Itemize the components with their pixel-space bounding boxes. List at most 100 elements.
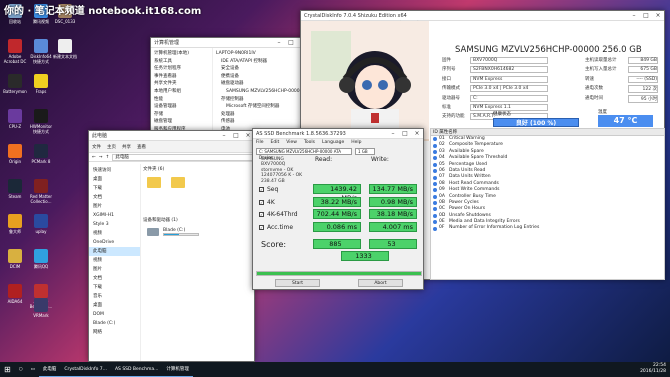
desktop-icon[interactable]: Batterymon: [2, 74, 28, 94]
desktop-icon[interactable]: 鲁大师: [2, 214, 28, 234]
minimize-icon[interactable]: –: [218, 132, 230, 139]
nav-item[interactable]: 图片: [89, 202, 140, 211]
drive-icon[interactable]: [147, 228, 159, 236]
close-icon[interactable]: ×: [652, 12, 664, 19]
task-view-icon[interactable]: ▭: [27, 362, 39, 377]
device-tree-item[interactable]: 存储控制器: [216, 96, 306, 104]
ribbon-tab[interactable]: 文件: [92, 144, 101, 150]
management-tree-item[interactable]: 性能: [154, 96, 209, 104]
address-input[interactable]: 此电脑: [112, 153, 254, 161]
device-tree-item[interactable]: 处理器: [216, 111, 306, 119]
desktop-icon[interactable]: Red Matter Collectio...: [28, 179, 54, 204]
attribute-row[interactable]: 0F Number of Error Information Log Entrie…: [431, 225, 664, 231]
taskbar-app[interactable]: 此电脑: [38, 362, 61, 377]
desktop-icon[interactable]: uplay: [28, 214, 54, 234]
abort-button[interactable]: Abort: [358, 279, 403, 287]
desktop-icon[interactable]: 新建文本文档: [52, 39, 78, 59]
as-ssd-window[interactable]: AS SSD Benchmark 1.8.5636.37293 – □ × File…: [252, 128, 424, 290]
nav-item[interactable]: 下载: [89, 283, 140, 292]
nav-item[interactable]: 音乐: [89, 292, 140, 301]
start-button[interactable]: Start: [275, 279, 320, 287]
address-bar[interactable]: ← → ↑ 此电脑: [89, 153, 254, 162]
file-explorer-window[interactable]: 此电脑 – □ × 文件 主页 共享 查看 ← → ↑ 此电脑 快速访问 桌面 下载 文档 图片 X…: [88, 130, 255, 362]
desktop-icon[interactable]: AIDA64: [2, 284, 28, 304]
management-tree-item[interactable]: 计算机管理(本地): [154, 50, 209, 58]
desktop-icon[interactable]: DCIM: [2, 249, 28, 269]
management-tree-item[interactable]: 共享文件夹: [154, 80, 209, 88]
nav-item[interactable]: 图片: [89, 265, 140, 274]
taskbar-app[interactable]: 计算机管理: [162, 362, 193, 377]
smart-attribute-table[interactable]: ID 属性名称 01 Critical Warning 02 Composite Te…: [430, 128, 665, 280]
management-tree-item[interactable]: 磁盘管理: [154, 118, 209, 126]
nav-item[interactable]: 视频: [89, 229, 140, 238]
section-drives[interactable]: 设备和驱动器 (1): [143, 217, 254, 225]
up-icon[interactable]: ↑: [106, 155, 110, 160]
section-folders[interactable]: 文件夹 (6): [143, 166, 254, 174]
nav-item[interactable]: Style 3: [89, 220, 140, 229]
close-icon[interactable]: ×: [411, 130, 423, 137]
device-tree-item[interactable]: 便携设备: [216, 73, 306, 81]
maximize-icon[interactable]: □: [285, 39, 297, 46]
management-tree-item[interactable]: 设备管理器: [154, 103, 209, 111]
desktop-icon[interactable]: Fraps: [28, 74, 54, 94]
nav-item[interactable]: 此电脑: [89, 247, 140, 256]
asssd-menu-item[interactable]: Language: [322, 139, 344, 147]
nav-item[interactable]: OneDrive: [89, 238, 140, 247]
asssd-menu-item[interactable]: File: [256, 139, 264, 147]
device-tree-item[interactable]: 传感器: [216, 118, 306, 126]
management-tree-item[interactable]: 系统工具: [154, 58, 209, 66]
taskbar-app[interactable]: CrystalDiskInfo 7...: [60, 362, 111, 377]
management-tree-item[interactable]: 事件查看器: [154, 73, 209, 81]
nav-item[interactable]: DOM: [89, 310, 140, 319]
nav-item[interactable]: XGIMI-H1: [89, 211, 140, 220]
nav-item[interactable]: 视频: [89, 256, 140, 265]
management-tree-item[interactable]: 任务计划程序: [154, 65, 209, 73]
drive-select[interactable]: C: SAMSUNG MZVLV256HCHP-00000 ATA Device: [256, 148, 352, 160]
device-tree-item[interactable]: Microsoft 存储空间控制器: [216, 103, 306, 111]
maximize-icon[interactable]: □: [399, 130, 411, 137]
ribbon-tab[interactable]: 主页: [107, 144, 116, 150]
desktop-icon[interactable]: HWMonitor 快捷方式: [28, 109, 54, 134]
folder-icon[interactable]: [171, 177, 185, 188]
checkbox-checked-icon[interactable]: ✓: [259, 187, 264, 192]
ribbon-tab[interactable]: 共享: [122, 144, 131, 150]
computer-management-window[interactable]: 计算机管理 –□× 计算机管理(本地)系统工具任务计划程序事件查看器共享文件夹本…: [150, 37, 310, 131]
maximize-icon[interactable]: □: [640, 12, 652, 19]
management-tree-item[interactable]: 存储: [154, 111, 209, 119]
desktop-icon[interactable]: VRMark: [28, 298, 54, 318]
device-tree-item[interactable]: SAMSUNG MZVLV256HCHP-00000: [216, 88, 306, 96]
maximize-icon[interactable]: □: [230, 132, 242, 139]
device-tree-item[interactable]: 磁盘驱动器: [216, 80, 306, 88]
minimize-icon[interactable]: –: [273, 39, 285, 46]
asssd-menu-item[interactable]: Edit: [271, 139, 280, 147]
desktop-icon[interactable]: Origin: [2, 144, 28, 164]
forward-icon[interactable]: →: [99, 155, 103, 160]
nav-item[interactable]: Blade (C:): [89, 319, 140, 328]
checkbox-checked-icon[interactable]: ✓: [259, 199, 264, 205]
minimize-icon[interactable]: –: [387, 130, 399, 137]
start-button[interactable]: ⊞: [0, 362, 15, 377]
temperature-badge[interactable]: 47 °C: [598, 115, 653, 127]
desktop-icon[interactable]: Steam: [2, 179, 28, 199]
desktop-icon[interactable]: PCMark 8: [28, 144, 54, 164]
nav-item[interactable]: 网络: [89, 328, 140, 337]
taskbar-app[interactable]: AS SSD Benchma...: [110, 362, 163, 377]
device-tree-item[interactable]: LAPTOP-9N0RI1IV: [216, 50, 306, 58]
nav-item[interactable]: 文档: [89, 193, 140, 202]
desktop-icon[interactable]: Adobe Acrobat DC: [2, 39, 28, 64]
ribbon-tab[interactable]: 查看: [137, 144, 146, 150]
asssd-menu-item[interactable]: Tools: [304, 139, 315, 147]
checkbox-checked-icon[interactable]: ✓: [259, 224, 264, 230]
device-tree-item[interactable]: 安全设备: [216, 65, 306, 73]
size-select[interactable]: 1 GB: [355, 148, 375, 155]
management-tree-item[interactable]: 本地用户和组: [154, 88, 209, 96]
asssd-menu-item[interactable]: Help: [351, 139, 361, 147]
desktop-icon[interactable]: CPU-Z: [2, 109, 28, 129]
folder-icon[interactable]: [147, 177, 161, 188]
desktop-icon[interactable]: 腾讯QQ: [28, 249, 54, 269]
back-icon[interactable]: ←: [92, 155, 96, 160]
asssd-menu-item[interactable]: View: [286, 139, 297, 147]
nav-item[interactable]: 快速访问: [89, 166, 140, 175]
nav-item[interactable]: 下载: [89, 184, 140, 193]
nav-item[interactable]: 文档: [89, 274, 140, 283]
